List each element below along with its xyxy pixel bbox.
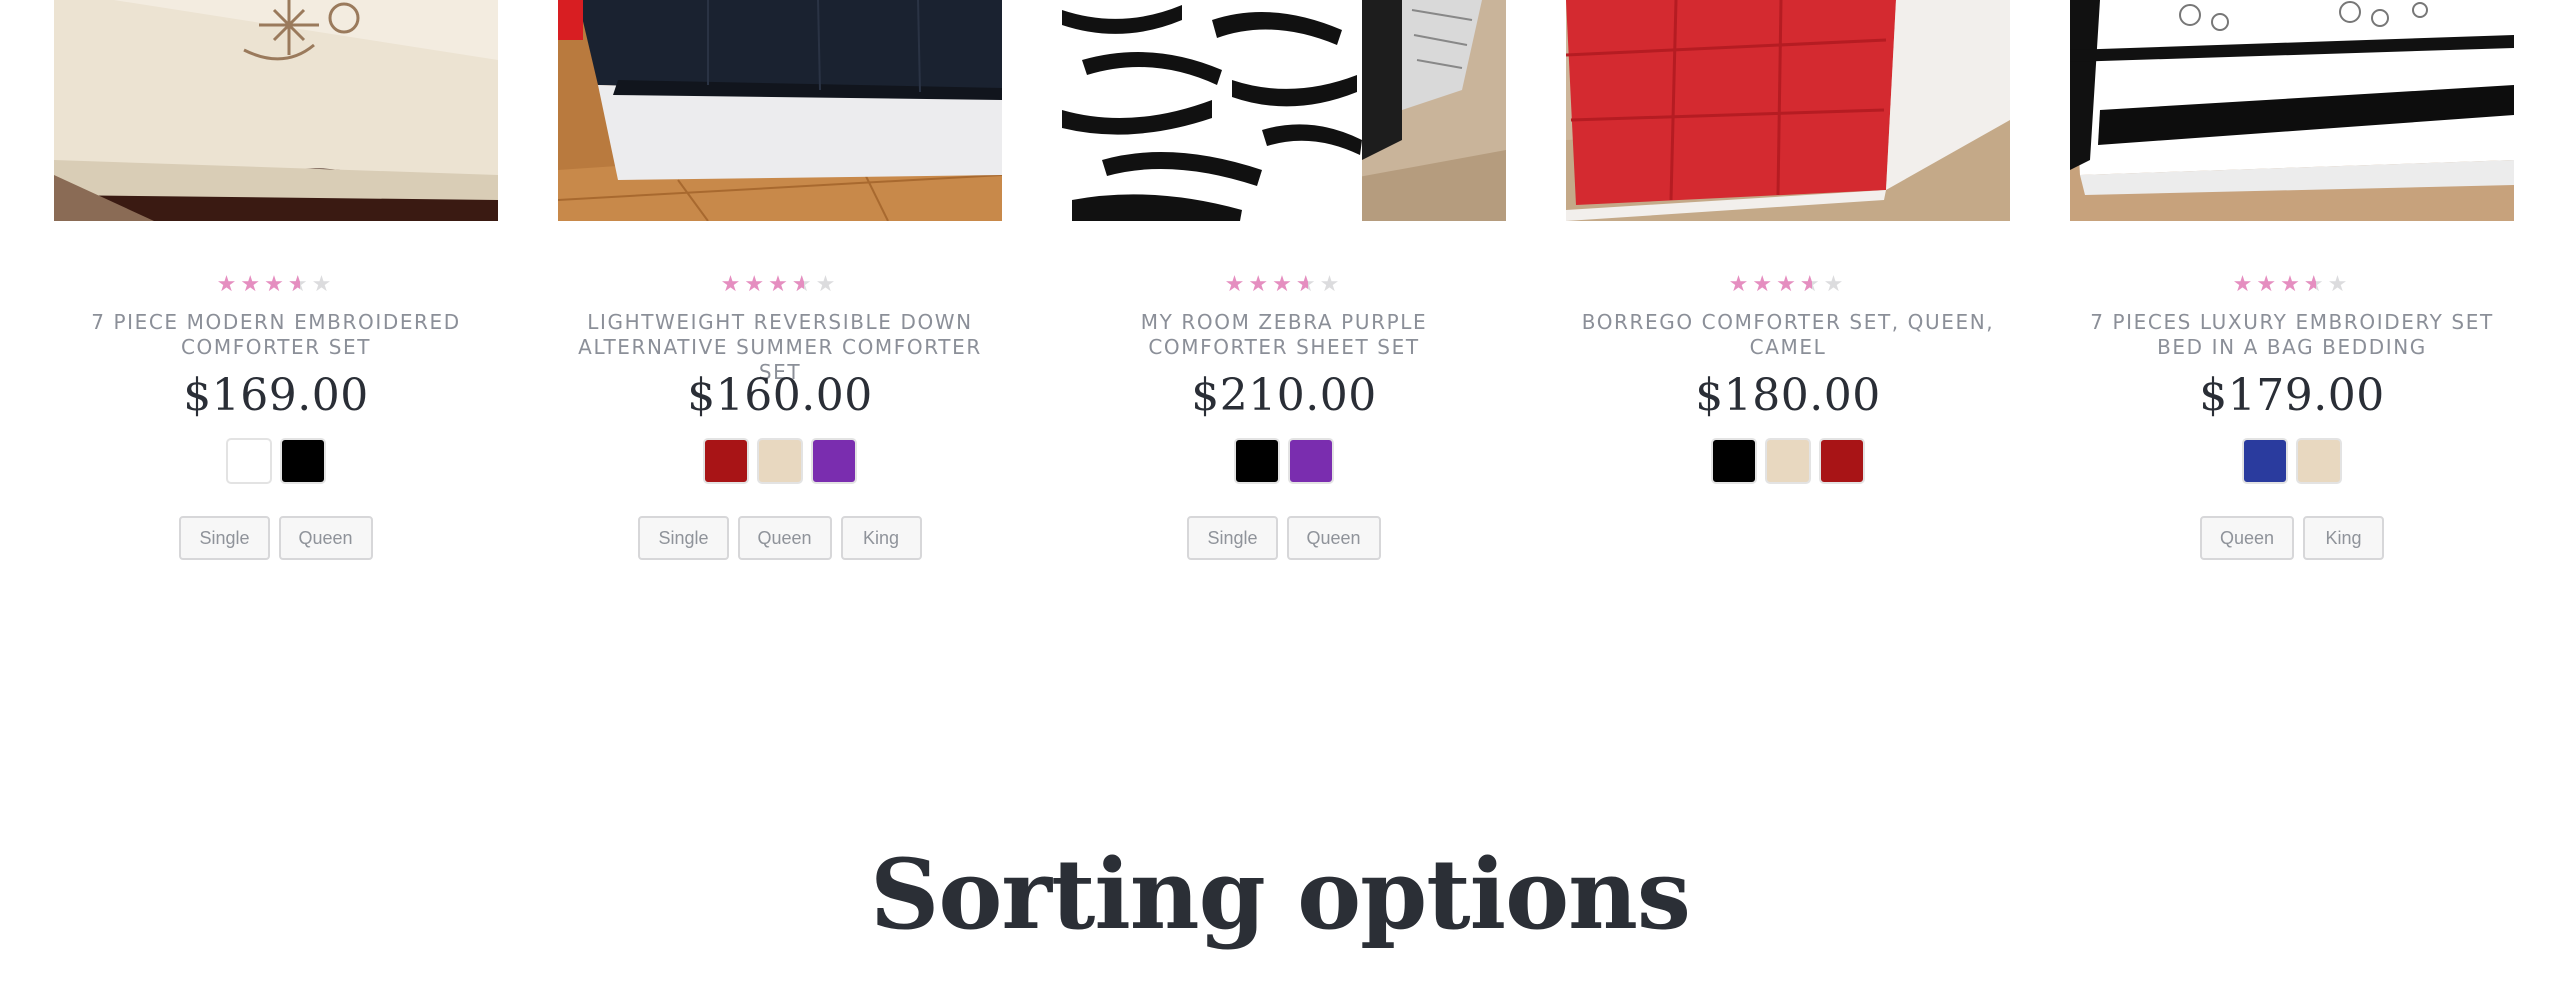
product-card[interactable]: ★★★★★ LIGHTWEIGHT REVERSIBLE DOWN ALTERN… (558, 0, 1002, 580)
product-card[interactable]: ★★★★★ BORREGO COMFORTER SET, QUEEN, CAME… (1566, 0, 2010, 580)
size-button-queen[interactable]: Queen (278, 516, 373, 560)
star-icon: ★ (1823, 272, 1848, 297)
product-card[interactable]: ★★★★★ 7 PIECES LUXURY EMBROIDERY SET BED… (2070, 0, 2514, 580)
rating-stars: ★★★★ ★ (1062, 272, 1506, 298)
star-icon: ★ (1248, 272, 1273, 297)
size-button-king[interactable]: King (2303, 516, 2385, 560)
color-swatch[interactable] (226, 438, 272, 484)
color-swatch[interactable] (2296, 438, 2342, 484)
star-icon: ★ (2232, 272, 2257, 297)
color-swatch[interactable] (1234, 438, 1280, 484)
product-image[interactable] (1566, 0, 2010, 221)
product-grid: ★★★★★ 7 PIECE MODERN EMBROIDERED COMFORT… (0, 0, 2560, 600)
color-swatches (1062, 438, 1506, 484)
star-icon: ★ (720, 272, 745, 297)
product-price: $179.00 (2199, 370, 2385, 421)
star-icon: ★ (2304, 272, 2328, 298)
rating-stars: ★★★★ ★ (558, 272, 1002, 298)
star-icon: ★ (311, 272, 336, 297)
color-swatches (54, 438, 498, 484)
star-icon: ★ (264, 272, 288, 297)
star-icon: ★ (1776, 272, 1800, 297)
product-title[interactable]: 7 PIECES LUXURY EMBROIDERY SET BED IN A … (2080, 310, 2504, 360)
size-options: Single Queen (1062, 516, 1506, 560)
star-icon: ★ (815, 272, 840, 297)
product-image[interactable] (558, 0, 1002, 221)
color-swatch[interactable] (703, 438, 749, 484)
product-price: $210.00 (1191, 370, 1377, 421)
product-price: $160.00 (687, 370, 873, 421)
product-title[interactable]: BORREGO COMFORTER SET, QUEEN, CAMEL (1576, 310, 2000, 360)
product-card[interactable]: ★★★★★ 7 PIECE MODERN EMBROIDERED COMFORT… (54, 0, 498, 580)
product-price: $169.00 (183, 370, 369, 421)
product-image[interactable] (54, 0, 498, 221)
color-swatch[interactable] (280, 438, 326, 484)
star-icon: ★ (1296, 272, 1320, 298)
color-swatches (1566, 438, 2010, 484)
star-icon: ★ (1728, 272, 1753, 297)
color-swatches (2070, 438, 2514, 484)
rating-stars: ★★★★ ★ (54, 272, 498, 298)
section-heading: Sorting options (870, 838, 1691, 951)
star-icon: ★ (2256, 272, 2281, 297)
color-swatch[interactable] (1765, 438, 1811, 484)
size-options: Single Queen (54, 516, 498, 560)
color-swatch[interactable] (1288, 438, 1334, 484)
star-icon: ★ (1272, 272, 1296, 297)
rating-stars: ★★★★ ★ (1566, 272, 2010, 298)
color-swatch[interactable] (757, 438, 803, 484)
star-icon: ★ (216, 272, 241, 297)
color-swatches (558, 438, 1002, 484)
color-swatch[interactable] (2242, 438, 2288, 484)
star-icon: ★ (1752, 272, 1777, 297)
star-icon: ★ (1319, 272, 1344, 297)
product-image[interactable] (2070, 0, 2514, 221)
size-button-single[interactable]: Single (638, 516, 729, 560)
size-button-single[interactable]: Single (1187, 516, 1278, 560)
size-options: Queen King (2070, 516, 2514, 560)
size-button-king[interactable]: King (840, 516, 922, 560)
color-swatch[interactable] (1711, 438, 1757, 484)
color-swatch[interactable] (1819, 438, 1865, 484)
star-icon: ★ (1800, 272, 1824, 298)
color-swatch[interactable] (811, 438, 857, 484)
star-icon: ★ (2327, 272, 2352, 297)
product-title[interactable]: MY ROOM ZEBRA PURPLE COMFORTER SHEET SET (1072, 310, 1496, 360)
star-icon: ★ (1224, 272, 1249, 297)
product-price: $180.00 (1695, 370, 1881, 421)
star-icon: ★ (744, 272, 769, 297)
product-image[interactable] (1062, 0, 1506, 221)
rating-stars: ★★★★ ★ (2070, 272, 2514, 298)
star-icon: ★ (768, 272, 792, 297)
size-options: Single Queen King (558, 516, 1002, 560)
size-button-queen[interactable]: Queen (737, 516, 832, 560)
product-title[interactable]: 7 PIECE MODERN EMBROIDERED COMFORTER SET (64, 310, 488, 360)
product-card[interactable]: ★★★★★ MY ROOM ZEBRA PURPLE COMFORTER SHE… (1062, 0, 1506, 580)
star-icon: ★ (288, 272, 312, 298)
size-button-queen[interactable]: Queen (1286, 516, 1381, 560)
star-icon: ★ (2280, 272, 2304, 297)
size-button-queen[interactable]: Queen (2199, 516, 2295, 560)
star-icon: ★ (792, 272, 816, 298)
star-icon: ★ (240, 272, 265, 297)
size-button-single[interactable]: Single (179, 516, 270, 560)
